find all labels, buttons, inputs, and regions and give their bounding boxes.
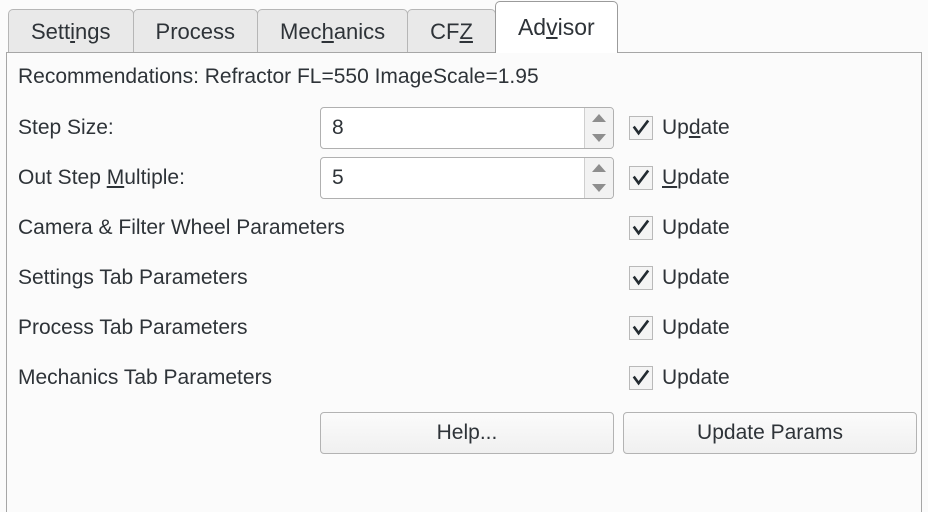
checkmark-icon xyxy=(632,219,650,236)
tab-settings[interactable]: Settings xyxy=(8,9,134,53)
spinbox-out-step-multiple[interactable]: 5 xyxy=(320,157,614,199)
checkbox-settings-tab-parameters[interactable] xyxy=(629,266,653,290)
row-out-step-multiple: Out Step Multiple: 5 Update xyxy=(7,157,921,199)
checkbox-group-step-size[interactable]: Update xyxy=(629,116,730,140)
checkbox-label-step-size: Update xyxy=(662,116,730,139)
tab-process[interactable]: Process xyxy=(132,9,258,53)
spinner-up-icon[interactable] xyxy=(585,158,613,178)
label-out-step-multiple: Out Step Multiple: xyxy=(18,166,185,189)
tab-label: Settings xyxy=(31,18,111,44)
row-step-size: Step Size: 8 Update xyxy=(7,107,921,149)
tab-bar: Settings Process Mechanics CFZ Advisor xyxy=(0,0,928,53)
update-params-button[interactable]: Update Params xyxy=(623,412,917,454)
checkbox-process-tab-parameters[interactable] xyxy=(629,316,653,340)
checkmark-icon xyxy=(632,119,650,136)
tab-label: Process xyxy=(155,18,235,44)
checkmark-icon xyxy=(632,369,650,386)
checkmark-icon xyxy=(632,169,650,186)
spinbox-value-step-size[interactable]: 8 xyxy=(321,108,584,148)
spinbox-buttons-step-size xyxy=(584,108,613,148)
label-mechanics-tab-parameters: Mechanics Tab Parameters xyxy=(18,366,273,389)
label-settings-tab-parameters: Settings Tab Parameters xyxy=(18,266,248,289)
checkbox-label-camera-filter-wheel-parameters: Update xyxy=(662,216,730,239)
checkbox-out-step-multiple[interactable] xyxy=(629,166,653,190)
label-step-size: Step Size: xyxy=(18,116,114,139)
spinbox-buttons-out-step-multiple xyxy=(584,158,613,198)
row-settings-tab-parameters: Settings Tab Parameters Update xyxy=(7,257,921,299)
tab-label: Advisor xyxy=(517,14,595,40)
checkbox-label-process-tab-parameters: Update xyxy=(662,316,730,339)
checkbox-group-camera-filter-wheel-parameters[interactable]: Update xyxy=(629,216,730,240)
checkmark-icon xyxy=(632,319,650,336)
tab-mechanics[interactable]: Mechanics xyxy=(257,9,409,53)
tab-cfz[interactable]: CFZ xyxy=(407,9,496,53)
tab-label: Mechanics xyxy=(280,18,386,44)
checkbox-group-out-step-multiple[interactable]: Update xyxy=(629,166,730,190)
label-process-tab-parameters: Process Tab Parameters xyxy=(18,316,248,339)
spinbox-value-out-step-multiple[interactable]: 5 xyxy=(321,158,584,198)
label-camera-filter-wheel-parameters: Camera & Filter Wheel Parameters xyxy=(18,216,345,239)
checkbox-group-mechanics-tab-parameters[interactable]: Update xyxy=(629,366,730,390)
advisor-panel: Recommendations: Refractor FL=550 ImageS… xyxy=(6,52,922,512)
spinner-down-icon[interactable] xyxy=(585,178,613,198)
checkbox-group-settings-tab-parameters[interactable]: Update xyxy=(629,266,730,290)
tab-advisor[interactable]: Advisor xyxy=(494,1,618,53)
spinner-up-icon[interactable] xyxy=(585,108,613,128)
row-mechanics-tab-parameters: Mechanics Tab Parameters Update xyxy=(7,357,921,399)
spinner-down-icon[interactable] xyxy=(585,128,613,148)
checkbox-label-mechanics-tab-parameters: Update xyxy=(662,366,730,389)
recommendations-text: Recommendations: Refractor FL=550 ImageS… xyxy=(18,65,539,88)
spinbox-step-size[interactable]: 8 xyxy=(320,107,614,149)
checkbox-step-size[interactable] xyxy=(629,116,653,140)
help-button[interactable]: Help... xyxy=(320,412,614,454)
tab-label: CFZ xyxy=(430,18,473,44)
checkbox-label-out-step-multiple: Update xyxy=(662,166,730,189)
checkbox-camera-filter-wheel-parameters[interactable] xyxy=(629,216,653,240)
checkbox-mechanics-tab-parameters[interactable] xyxy=(629,366,653,390)
checkbox-group-process-tab-parameters[interactable]: Update xyxy=(629,316,730,340)
advisor-tab-panel: Settings Process Mechanics CFZ Advisor Recom… xyxy=(0,0,928,512)
checkbox-label-settings-tab-parameters: Update xyxy=(662,266,730,289)
row-camera-filter-wheel-parameters: Camera & Filter Wheel Parameters Update xyxy=(7,207,921,249)
checkmark-icon xyxy=(632,269,650,286)
row-process-tab-parameters: Process Tab Parameters Update xyxy=(7,307,921,349)
